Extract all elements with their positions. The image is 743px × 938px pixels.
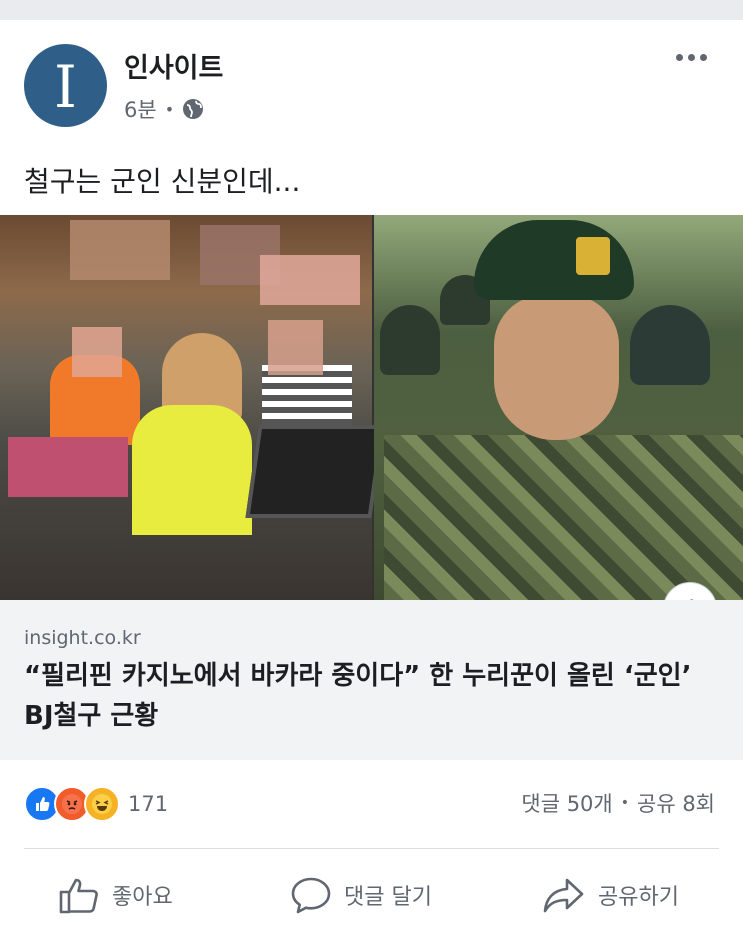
like-button[interactable]: 좋아요 xyxy=(58,872,173,918)
stats-separator: • xyxy=(620,795,629,811)
mosaic-block xyxy=(260,255,360,305)
link-headline: “필리핀 카지노에서 바카라 중이다” 한 누리꾼이 올린 ‘군인’ BJ철구 … xyxy=(24,661,692,731)
comment-button[interactable]: 댓글 달기 xyxy=(290,872,432,918)
beret-badge xyxy=(576,237,610,275)
post-meta: 6분 • xyxy=(124,94,204,124)
share-label: 공유하기 xyxy=(598,885,679,910)
more-dot-icon xyxy=(676,54,683,61)
casino-table xyxy=(8,437,128,497)
mosaic-face xyxy=(268,320,323,375)
link-preview-image[interactable] xyxy=(0,215,743,600)
more-options-button[interactable] xyxy=(676,54,707,61)
casino-photo xyxy=(0,215,385,600)
thumbs-up-icon xyxy=(59,878,98,914)
soldier-face xyxy=(494,295,619,440)
comment-label: 댓글 달기 xyxy=(344,885,432,910)
post-time[interactable]: 6분 xyxy=(124,94,157,124)
background-person xyxy=(380,305,440,375)
comment-bubble-icon xyxy=(291,877,331,914)
reactions-summary[interactable]: 171 xyxy=(24,786,168,822)
share-button[interactable]: 공유하기 xyxy=(542,872,679,918)
divider xyxy=(24,848,719,849)
post-card: I 인사이트 6분 • 철구는 군인 신분인데... insight.co.kr… xyxy=(0,20,743,938)
reaction-count: 171 xyxy=(128,792,169,816)
haha-icon xyxy=(84,786,120,822)
page-avatar[interactable]: I xyxy=(24,44,107,127)
more-dot-icon xyxy=(700,54,707,61)
page-name[interactable]: 인사이트 xyxy=(124,46,223,85)
post-text: 철구는 군인 신분인데... xyxy=(24,165,301,198)
mosaic-block xyxy=(70,220,170,280)
engagement-stats: 댓글 50개 • 공유 8회 xyxy=(521,788,715,818)
camouflage-uniform xyxy=(384,435,743,600)
like-label: 좋아요 xyxy=(112,885,173,910)
comment-count-link[interactable]: 댓글 50개 xyxy=(521,788,612,818)
person-yellow-shirt xyxy=(132,405,252,535)
link-domain: insight.co.kr xyxy=(24,627,141,649)
meta-separator: • xyxy=(164,99,175,119)
share-arrow-icon xyxy=(543,878,584,913)
avatar-logo-letter: I xyxy=(54,52,77,121)
more-dot-icon xyxy=(688,54,695,61)
link-preview[interactable]: insight.co.kr “필리핀 카지노에서 바카라 중이다” 한 누리꾼이… xyxy=(0,600,743,760)
background-person xyxy=(630,305,710,385)
tablet-screen xyxy=(245,425,385,518)
mosaic-face xyxy=(72,327,122,377)
share-count-link[interactable]: 공유 8회 xyxy=(637,788,715,818)
globe-icon xyxy=(183,99,204,119)
